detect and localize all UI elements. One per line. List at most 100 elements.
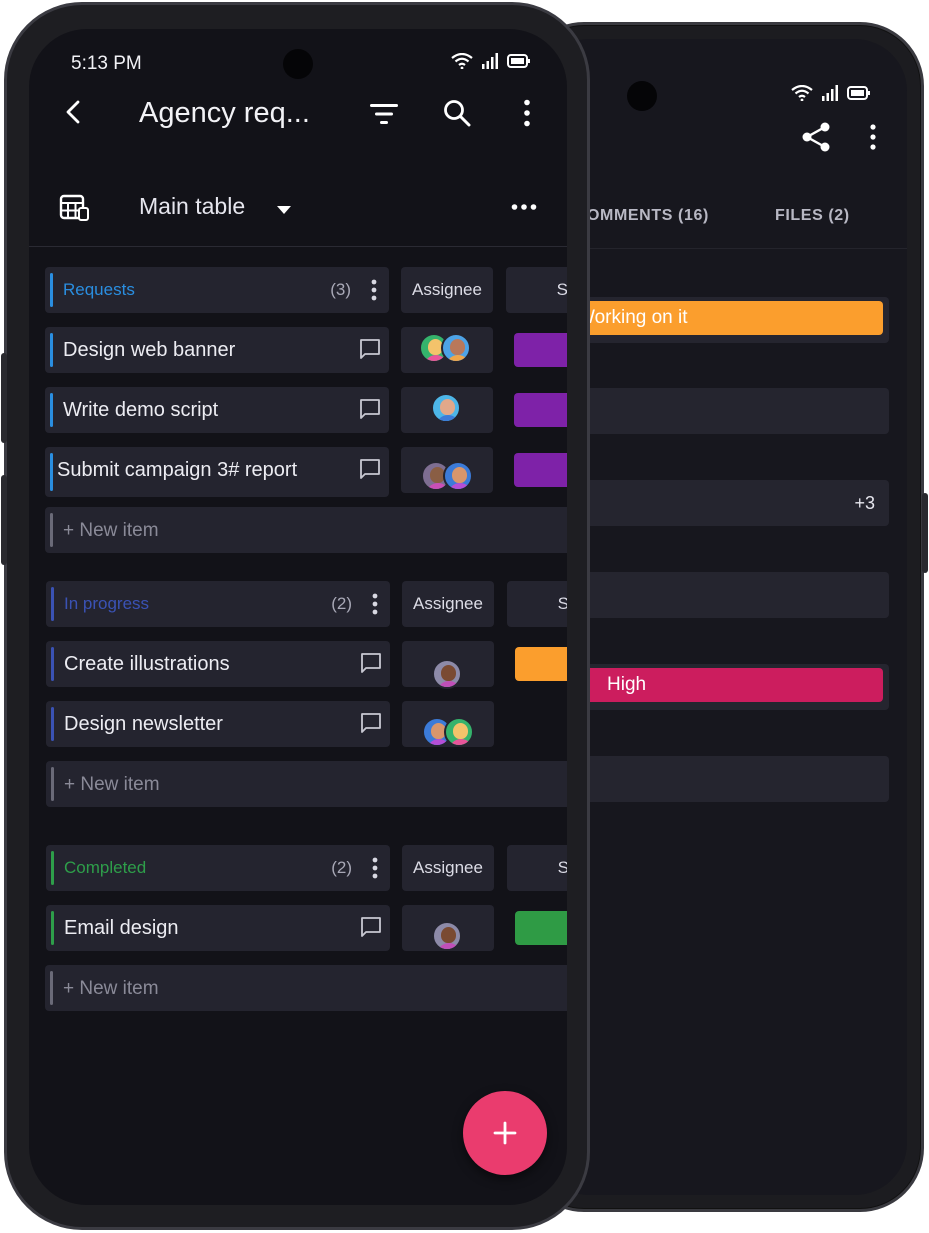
signal-icon [822, 85, 838, 101]
battery-icon [847, 86, 870, 100]
status-chip[interactable] [514, 333, 567, 367]
notes-field[interactable] [577, 756, 889, 802]
group-color-bar [50, 333, 53, 367]
group-header-in-progress[interactable]: In progress (2) [46, 581, 390, 627]
avatar [431, 393, 461, 423]
assignee-cell[interactable] [401, 327, 493, 373]
board-screen: 5:13 PM Agency req... Main table Request… [29, 29, 567, 1205]
comment-icon[interactable] [359, 338, 381, 360]
item-name: Email design [64, 917, 179, 939]
wifi-icon [451, 53, 473, 69]
item-name: Create illustrations [64, 653, 230, 675]
status-chip[interactable] [515, 911, 567, 945]
status-chip[interactable] [514, 393, 567, 427]
search-icon[interactable] [443, 99, 471, 127]
plus-icon [493, 1121, 517, 1145]
priority-field[interactable]: High [577, 664, 889, 710]
more-horizontal-icon[interactable] [511, 203, 537, 211]
group-header-requests[interactable]: Requests (3) [45, 267, 389, 313]
status-chip[interactable] [514, 453, 567, 487]
column-header-assignee[interactable]: Assignee [402, 581, 494, 627]
assignee-cell[interactable] [402, 905, 494, 951]
battery-icon [507, 54, 530, 68]
date-field[interactable] [577, 388, 889, 434]
status-icons [791, 85, 871, 101]
status-time: 5:13 PM [71, 53, 142, 74]
timeline-field[interactable] [577, 572, 889, 618]
item-row[interactable]: Design newsletter [46, 701, 390, 747]
new-item-button[interactable]: + New item [63, 520, 159, 542]
column-header-assignee[interactable]: Assignee [402, 845, 494, 891]
detail-tabs: OMMENTS (16) FILES (2) [537, 189, 907, 249]
more-vertical-icon[interactable] [869, 124, 877, 150]
comment-icon[interactable] [360, 712, 382, 734]
item-row[interactable]: Design web banner [45, 327, 389, 373]
new-item-row[interactable]: + New item [46, 761, 567, 807]
group-color-bar [51, 767, 54, 801]
group-menu-icon[interactable] [371, 279, 377, 301]
side-button [922, 493, 928, 573]
item-row[interactable]: Email design [46, 905, 390, 951]
assignee-cell[interactable] [401, 447, 493, 493]
item-row[interactable]: Create illustrations [46, 641, 390, 687]
new-item-button[interactable]: + New item [63, 978, 159, 1000]
people-field[interactable]: +3 [577, 480, 889, 526]
view-name[interactable]: Main table [139, 193, 245, 220]
new-item-row[interactable]: + New item [45, 965, 567, 1011]
back-arrow-icon[interactable] [61, 99, 87, 125]
people-extra-count: +3 [854, 493, 875, 513]
column-header-status[interactable]: S [506, 267, 567, 313]
table-view-icon [59, 194, 89, 221]
status-chip[interactable] [515, 647, 567, 681]
share-icon[interactable] [801, 121, 831, 153]
priority-value: High [607, 674, 647, 695]
filter-icon[interactable] [369, 103, 399, 125]
detail-actions [801, 121, 877, 153]
group-color-bar [50, 453, 53, 491]
comment-icon[interactable] [360, 652, 382, 674]
tab-files[interactable]: FILES (2) [775, 207, 850, 225]
group-name: Requests [63, 280, 135, 299]
add-item-fab[interactable] [463, 1091, 547, 1175]
chevron-down-icon[interactable] [276, 205, 292, 215]
camera-cutout [283, 49, 313, 79]
app-bar: Agency req... [29, 89, 567, 145]
group-header-completed[interactable]: Completed (2) [46, 845, 390, 891]
priority-pill[interactable]: High [577, 668, 883, 702]
new-item-row[interactable]: + New item [45, 507, 567, 553]
item-name: Design newsletter [64, 713, 223, 735]
tab-comments[interactable]: OMMENTS (16) [587, 207, 709, 225]
comment-icon[interactable] [360, 916, 382, 938]
board-title: Agency req... [139, 97, 310, 129]
volume-button [1, 475, 7, 565]
avatar [443, 461, 473, 491]
item-row[interactable]: Write demo script [45, 387, 389, 433]
assignee-cell[interactable] [402, 641, 494, 689]
assignee-cell[interactable] [402, 701, 494, 747]
comment-icon[interactable] [359, 398, 381, 420]
item-row[interactable]: Submit campaign 3# report [45, 447, 389, 497]
avatar [432, 659, 462, 689]
column-header-status[interactable]: S [507, 581, 567, 627]
group-name: Completed [64, 858, 147, 877]
group-menu-icon[interactable] [372, 593, 378, 615]
group-count: (2) [331, 858, 352, 877]
column-header-status[interactable]: S [507, 845, 567, 891]
front-phone: 5:13 PM Agency req... Main table Request… [1, 2, 590, 1230]
group-menu-icon[interactable] [372, 857, 378, 879]
comment-icon[interactable] [359, 458, 381, 480]
status-field[interactable]: Working on it [577, 297, 889, 343]
status-pill[interactable]: Working on it [577, 301, 883, 335]
group-color-bar [50, 513, 53, 547]
group-color-bar [50, 393, 53, 427]
column-header-assignee[interactable]: Assignee [401, 267, 493, 313]
avatar [432, 921, 462, 951]
group-color-bar [51, 707, 54, 741]
assignee-cell[interactable] [401, 387, 493, 433]
more-vertical-icon[interactable] [523, 99, 531, 127]
signal-icon [482, 53, 498, 69]
view-switcher: Main table [29, 181, 567, 247]
group-count: (2) [331, 594, 352, 613]
new-item-button[interactable]: + New item [64, 774, 160, 796]
volume-button [1, 353, 7, 443]
